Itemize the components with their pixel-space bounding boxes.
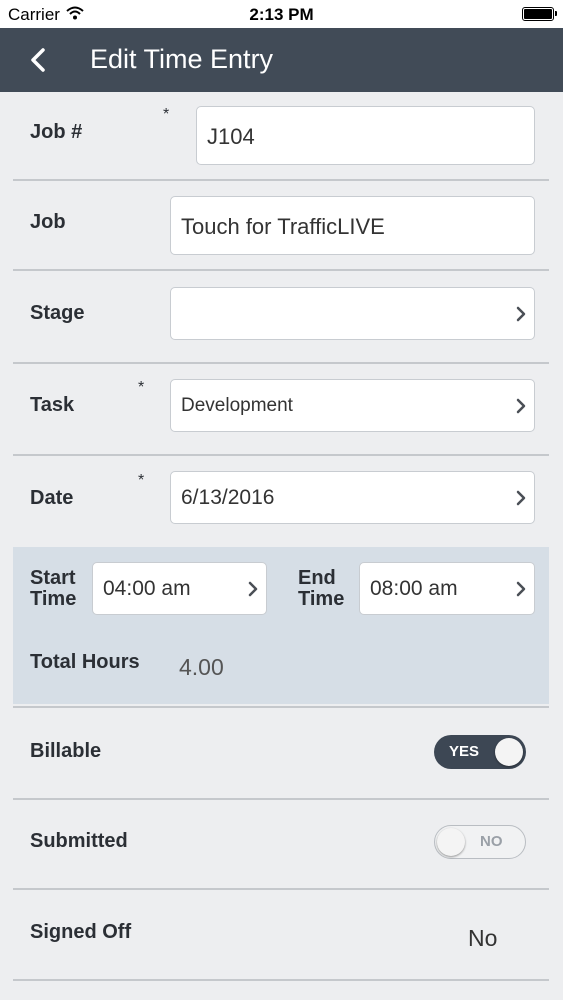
stage-select[interactable]	[170, 287, 535, 340]
chevron-right-icon	[516, 306, 526, 322]
signed-off-value: No	[468, 925, 498, 951]
total-hours-value: 4.00	[179, 654, 224, 680]
job-number-value: J104	[207, 124, 255, 149]
billable-label: Billable	[30, 740, 102, 762]
chevron-left-icon	[31, 48, 45, 72]
submitted-toggle[interactable]: NO	[434, 825, 526, 859]
end-time-label-line2: Time	[298, 588, 345, 610]
date-picker[interactable]: 6/13/2016	[170, 471, 535, 524]
divider	[13, 888, 549, 890]
navigation-bar: Edit Time Entry	[0, 28, 563, 92]
job-number-label: Job #	[30, 121, 83, 143]
end-time-label-line1: End	[298, 567, 336, 589]
start-time-value: 04:00 am	[103, 577, 191, 600]
date-required-marker: *	[138, 472, 145, 489]
task-value: Development	[181, 395, 293, 416]
billable-toggle-text: YES	[449, 743, 480, 760]
divider	[13, 798, 549, 800]
stage-label: Stage	[30, 302, 85, 324]
status-time: 2:13 PM	[249, 5, 314, 24]
start-time-label: Start Time	[30, 568, 76, 610]
divider	[13, 706, 549, 708]
divider	[13, 179, 549, 181]
chevron-right-icon	[516, 398, 526, 414]
start-time-label-line1: Start	[30, 567, 76, 589]
page-title: Edit Time Entry	[90, 44, 274, 74]
total-hours-label: Total Hours	[30, 651, 140, 673]
job-number-required-marker: *	[163, 106, 170, 123]
status-bar: Carrier 2:13 PM	[0, 0, 563, 28]
toggle-knob	[437, 827, 465, 856]
submitted-label: Submitted	[30, 830, 128, 852]
signed-off-label: Signed Off	[30, 921, 132, 943]
divider	[13, 979, 549, 981]
end-time-value: 08:00 am	[370, 577, 458, 600]
battery-icon	[522, 7, 557, 21]
start-time-label-line2: Time	[30, 588, 77, 610]
submitted-toggle-text: NO	[480, 833, 503, 850]
job-label: Job	[30, 211, 66, 233]
chevron-right-icon	[248, 581, 258, 597]
task-label: Task	[30, 394, 75, 416]
job-input[interactable]: Touch for TrafficLIVE	[170, 196, 535, 255]
toggle-knob	[495, 738, 523, 766]
time-panel: Start Time 04:00 am End Time 08:00 am To…	[13, 547, 549, 704]
back-button[interactable]	[22, 42, 62, 78]
chevron-right-icon	[516, 581, 526, 597]
divider	[13, 362, 549, 364]
end-time-label: End Time	[298, 568, 344, 610]
date-value: 6/13/2016	[181, 486, 275, 509]
job-number-input[interactable]: J104	[196, 106, 535, 165]
task-select[interactable]: Development	[170, 379, 535, 432]
date-label: Date	[30, 487, 74, 509]
end-time-picker[interactable]: 08:00 am	[359, 562, 535, 615]
billable-toggle[interactable]: YES	[434, 735, 526, 769]
start-time-picker[interactable]: 04:00 am	[92, 562, 267, 615]
task-required-marker: *	[138, 379, 145, 396]
divider	[13, 454, 549, 456]
job-value: Touch for TrafficLIVE	[181, 214, 385, 239]
divider	[13, 269, 549, 271]
chevron-right-icon	[516, 490, 526, 506]
